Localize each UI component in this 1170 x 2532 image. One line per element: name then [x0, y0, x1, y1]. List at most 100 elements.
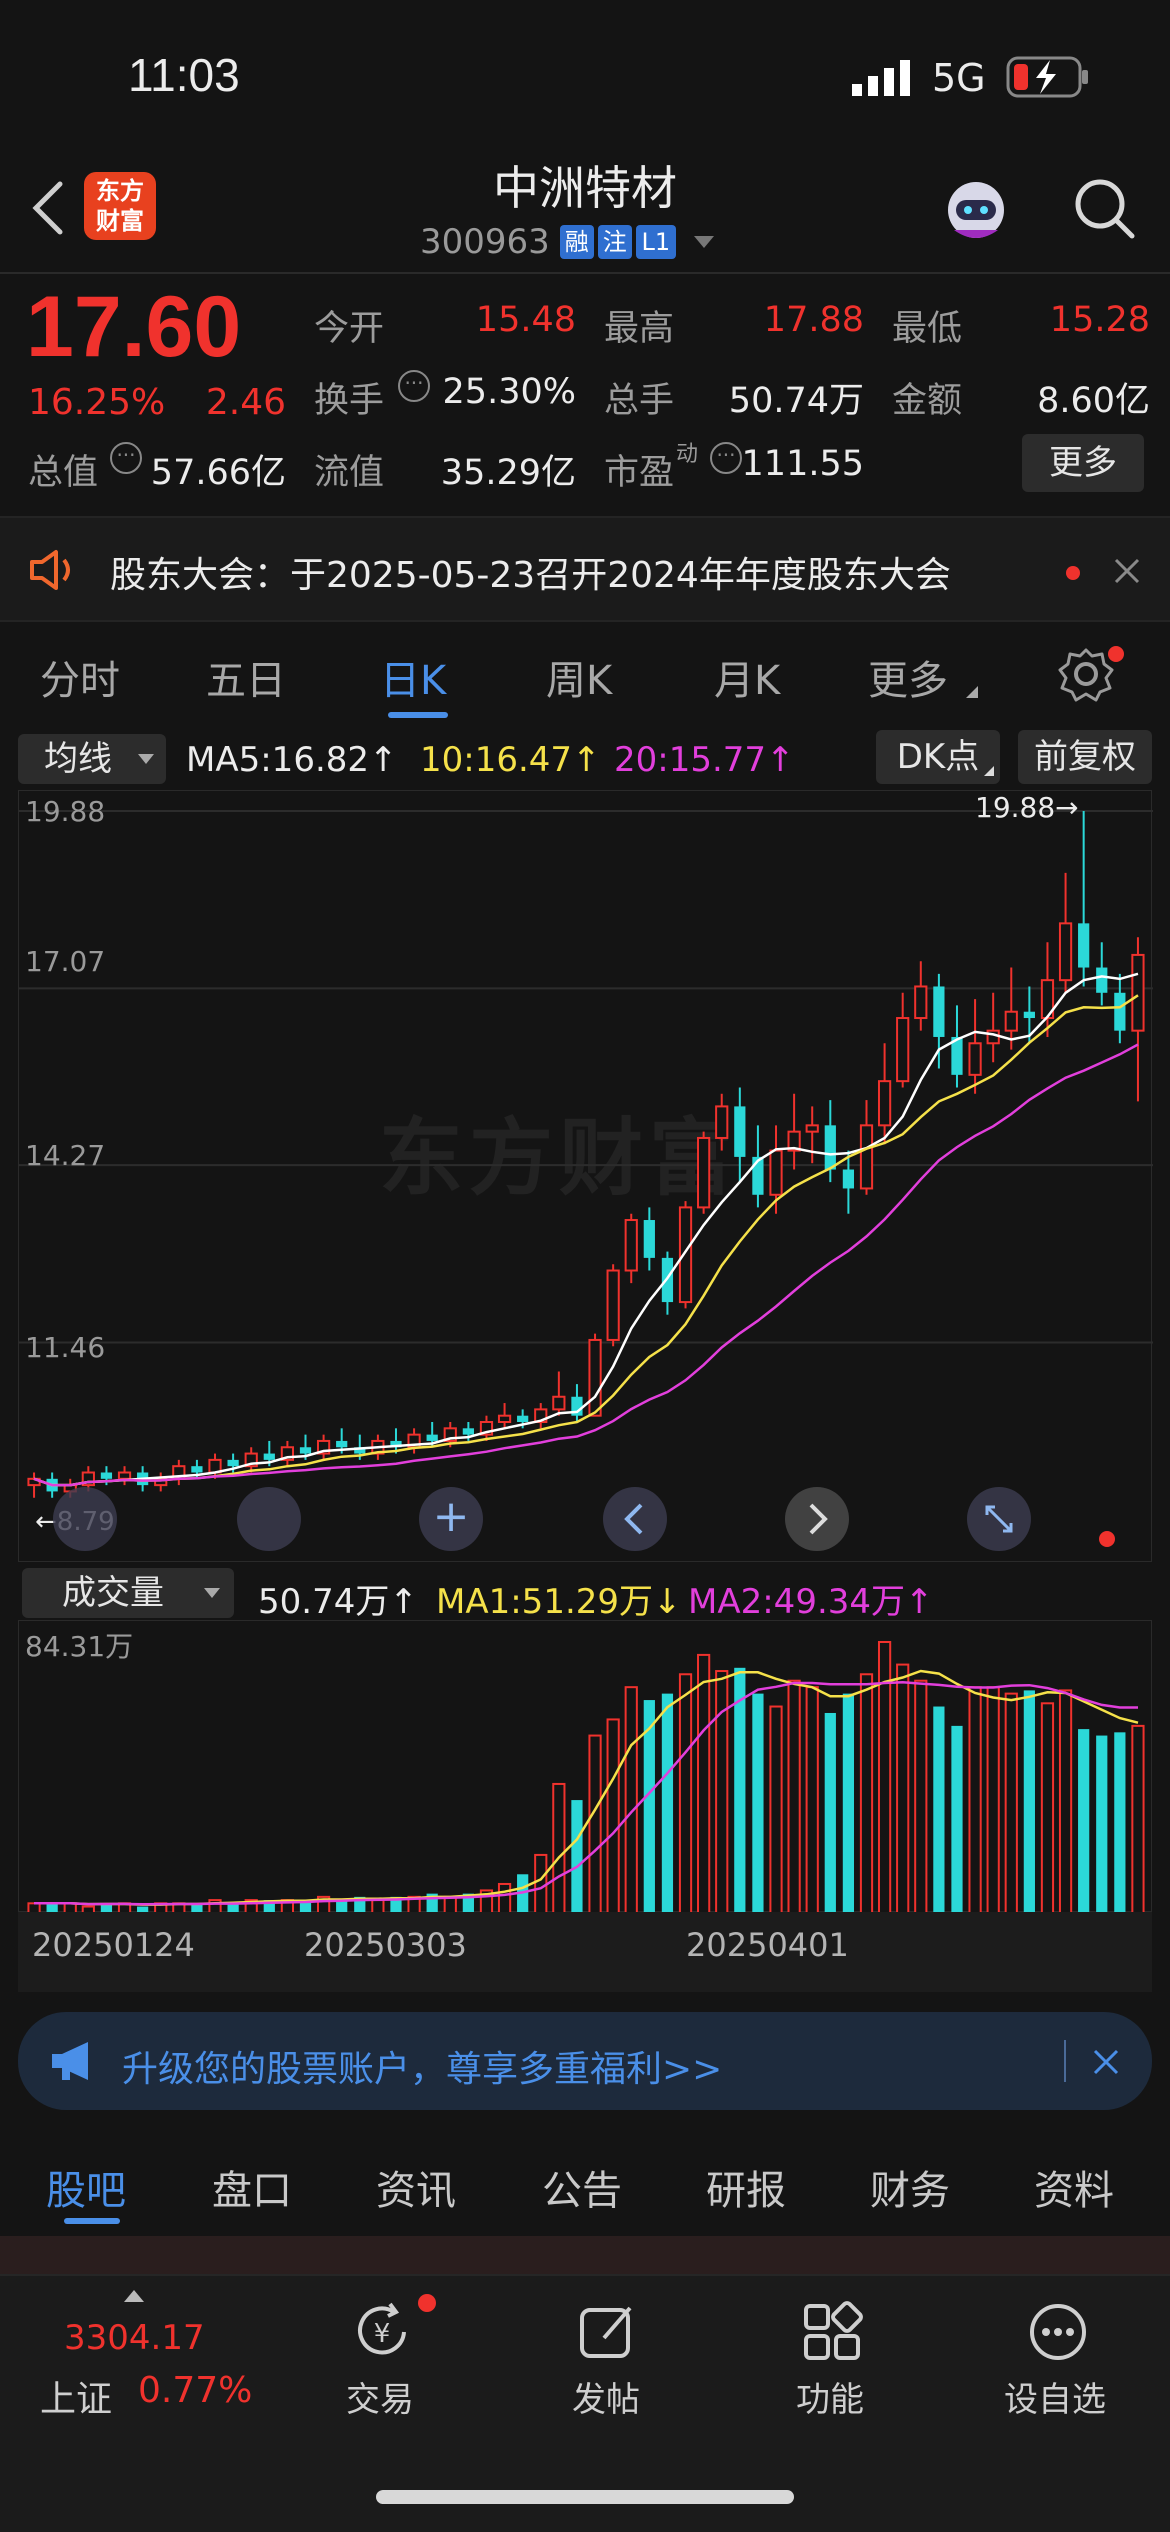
grid-apps-icon[interactable] [800, 2300, 864, 2364]
volume-value: 50.74万 [728, 381, 864, 421]
tab-news[interactable]: 资讯 [376, 2158, 456, 2216]
volume-bar [896, 1663, 910, 1913]
home-indicator [376, 2490, 794, 2504]
index-value[interactable]: 3304.17 [64, 2318, 205, 2358]
tab-five-day[interactable]: 五日 [206, 648, 286, 706]
next-icon[interactable] [785, 1487, 849, 1551]
robot-assistant-icon[interactable] [942, 176, 1010, 244]
info-icon[interactable]: ··· [710, 442, 742, 474]
volume-bar [933, 1706, 945, 1913]
volume-bar [1023, 1690, 1035, 1913]
price-axis-label: 19.88 [25, 795, 106, 828]
amount-value: 8.60亿 [1037, 381, 1150, 421]
stock-code-row[interactable]: 300963 融 注 L1 [420, 222, 750, 262]
tab-forum[interactable]: 股吧 [46, 2158, 126, 2216]
change-percent: 16.25% [28, 382, 166, 423]
candle-body [769, 1149, 783, 1196]
indicator-selector-label: 均线 [44, 739, 112, 779]
candle-body [336, 1440, 348, 1448]
candle-body [734, 1106, 746, 1157]
nav-post-label[interactable]: 发帖 [572, 2372, 640, 2421]
pe-superscript: 动 [676, 442, 699, 467]
price-axis-label: 14.27 [25, 1139, 106, 1172]
amount-label: 金额 [892, 381, 963, 421]
adjust-mode-button[interactable]: 前复权 [1018, 730, 1152, 784]
tab-weekly-k[interactable]: 周K [546, 648, 612, 706]
gear-icon[interactable] [1058, 646, 1114, 702]
info-icon[interactable]: ··· [110, 442, 142, 474]
tab-monthly-k[interactable]: 月K [714, 648, 780, 706]
ma5-text: MA5:16.82 [186, 740, 370, 780]
candle-body [227, 1459, 239, 1467]
divider [0, 272, 1170, 274]
candle-body [1078, 923, 1090, 968]
speaker-icon [28, 548, 78, 592]
left-edge-icon[interactable] [53, 1487, 117, 1551]
open-label: 今开 [314, 309, 385, 349]
turnover-value: 25.30% [442, 372, 576, 412]
zoom-in-icon[interactable]: + [419, 1487, 483, 1551]
more-dots-icon[interactable] [1026, 2300, 1090, 2364]
fullscreen-icon[interactable] [967, 1487, 1031, 1551]
more-button[interactable]: 更多 [1022, 434, 1144, 492]
ma5-value: MA5:16.82↑ [186, 740, 398, 780]
zoom-out-icon[interactable] [237, 1487, 301, 1551]
candle-body [462, 1428, 474, 1435]
volume-bar [1131, 1724, 1145, 1913]
tab-research[interactable]: 研报 [706, 2158, 786, 2216]
volume-svg [27, 1641, 1145, 1913]
volume-chart[interactable]: 84.31万 [18, 1620, 1152, 1913]
tab-order-book[interactable]: 盘口 [212, 2158, 292, 2216]
volume-bar [824, 1712, 836, 1913]
candle-body [824, 1125, 836, 1170]
candle-body [805, 1124, 819, 1133]
trade-icon[interactable]: ¥ [350, 2300, 414, 2364]
nav-trade-label[interactable]: 交易 [346, 2372, 414, 2421]
notice-bar[interactable]: 股东大会：于2025-05-23召开2024年年度股东大会 [0, 516, 1170, 622]
low-value: 15.28 [1049, 300, 1150, 340]
volume-label: 总手 [604, 381, 675, 421]
close-icon[interactable] [1112, 556, 1142, 586]
tab-financials[interactable]: 财务 [870, 2158, 950, 2216]
candle-body [697, 1136, 711, 1209]
candle-body [859, 1124, 874, 1190]
kline-chart[interactable]: 东方财富 19.88 17.07 14.27 11.46 19.88→ ←8.7… [18, 790, 1153, 1562]
candle-body [1004, 1010, 1018, 1032]
promo-banner[interactable]: 升级您的股票账户，尊享多重福利>> [18, 2012, 1152, 2110]
badge-registered: 注 [597, 225, 632, 259]
volume-bar [571, 1800, 583, 1913]
ma20-value: 20:15.77↑ [614, 740, 795, 780]
indicator-selector[interactable]: 均线 [18, 734, 166, 784]
tab-profile[interactable]: 资料 [1034, 2158, 1114, 2216]
nav-watchlist-label[interactable]: 设自选 [1004, 2372, 1106, 2421]
search-icon[interactable] [1072, 176, 1136, 240]
candle-body [588, 1338, 602, 1417]
candle-body [606, 1269, 620, 1341]
price-axis-label: 17.07 [25, 945, 106, 978]
candle-body [877, 1080, 892, 1127]
close-icon[interactable] [1092, 2048, 1120, 2076]
tab-announcements[interactable]: 公告 [542, 2158, 622, 2216]
tab-more[interactable]: 更多 [868, 648, 948, 706]
candle-body [715, 1105, 729, 1139]
volume-selector-label: 成交量 [62, 1573, 164, 1613]
dk-point-label: DK点 [896, 737, 980, 777]
prev-icon[interactable] [603, 1487, 667, 1551]
mktcap-value: 57.66亿 [150, 453, 286, 493]
tab-intraday[interactable]: 分时 [40, 648, 120, 706]
volume-ma2-text: MA2:49.34万 [688, 1582, 906, 1622]
ma10-text: 10:16.47 [420, 740, 573, 780]
active-tab-indicator [64, 2218, 120, 2224]
megaphone-icon [48, 2040, 100, 2082]
current-price: 17.60 [26, 279, 242, 375]
tab-daily-k[interactable]: 日K [380, 648, 446, 706]
status-time: 11:03 [128, 49, 240, 101]
high-value: 17.88 [763, 300, 864, 340]
dk-point-button[interactable]: DK点 [876, 730, 1000, 784]
compose-icon[interactable] [576, 2300, 640, 2364]
divider [1064, 2040, 1066, 2082]
kline-svg [19, 810, 1153, 1498]
nav-function-label[interactable]: 功能 [796, 2372, 864, 2421]
volume-indicator-selector[interactable]: 成交量 [22, 1568, 234, 1618]
volume-bar [842, 1693, 855, 1913]
